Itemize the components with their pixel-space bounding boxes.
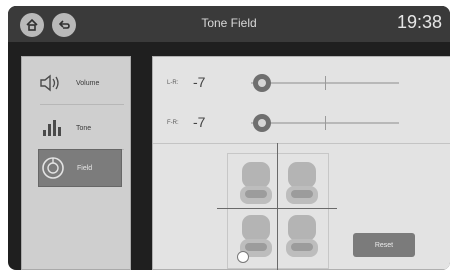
sidebar-item-tone[interactable]: Tone [38, 110, 120, 146]
field-settings-panel: L-R: -7 F-R: -7 Reset [152, 56, 450, 270]
clock: 19:38 [396, 12, 442, 32]
speaker-icon [38, 69, 66, 97]
field-vertical-axis [277, 143, 278, 270]
top-bar: Tone Field 19:38 [8, 6, 450, 42]
head-unit-screen: Tone Field 19:38 Volume Tone Field L-R: … [8, 6, 450, 270]
sidebar-item-field[interactable]: Field [38, 149, 122, 187]
sidebar-item-label: Tone [76, 124, 92, 132]
equalizer-icon [38, 114, 66, 142]
field-position-marker[interactable] [237, 251, 249, 263]
field-dial-icon [39, 154, 67, 182]
reset-button[interactable]: Reset [353, 233, 415, 257]
lr-value: -7 [193, 74, 206, 90]
fr-slider-center-mark [325, 116, 326, 130]
divider [153, 143, 450, 144]
seat-rear-right-icon [285, 213, 319, 261]
lr-label: L-R: [167, 80, 179, 86]
lr-slider-center-mark [325, 76, 326, 90]
sidebar: Volume Tone Field [21, 56, 131, 270]
seat-front-left-icon [239, 160, 273, 208]
fr-value: -7 [193, 114, 206, 130]
seat-front-right-icon [285, 160, 319, 208]
fr-label: F-R: [167, 120, 179, 126]
divider [40, 104, 124, 105]
sidebar-item-label: Volume [76, 79, 100, 87]
page-title: Tone Field [201, 16, 257, 30]
sidebar-item-label: Field [77, 164, 93, 172]
fr-slider-knob[interactable] [253, 114, 271, 132]
sidebar-item-volume[interactable]: Volume [38, 65, 120, 101]
lr-slider-knob[interactable] [253, 74, 271, 92]
